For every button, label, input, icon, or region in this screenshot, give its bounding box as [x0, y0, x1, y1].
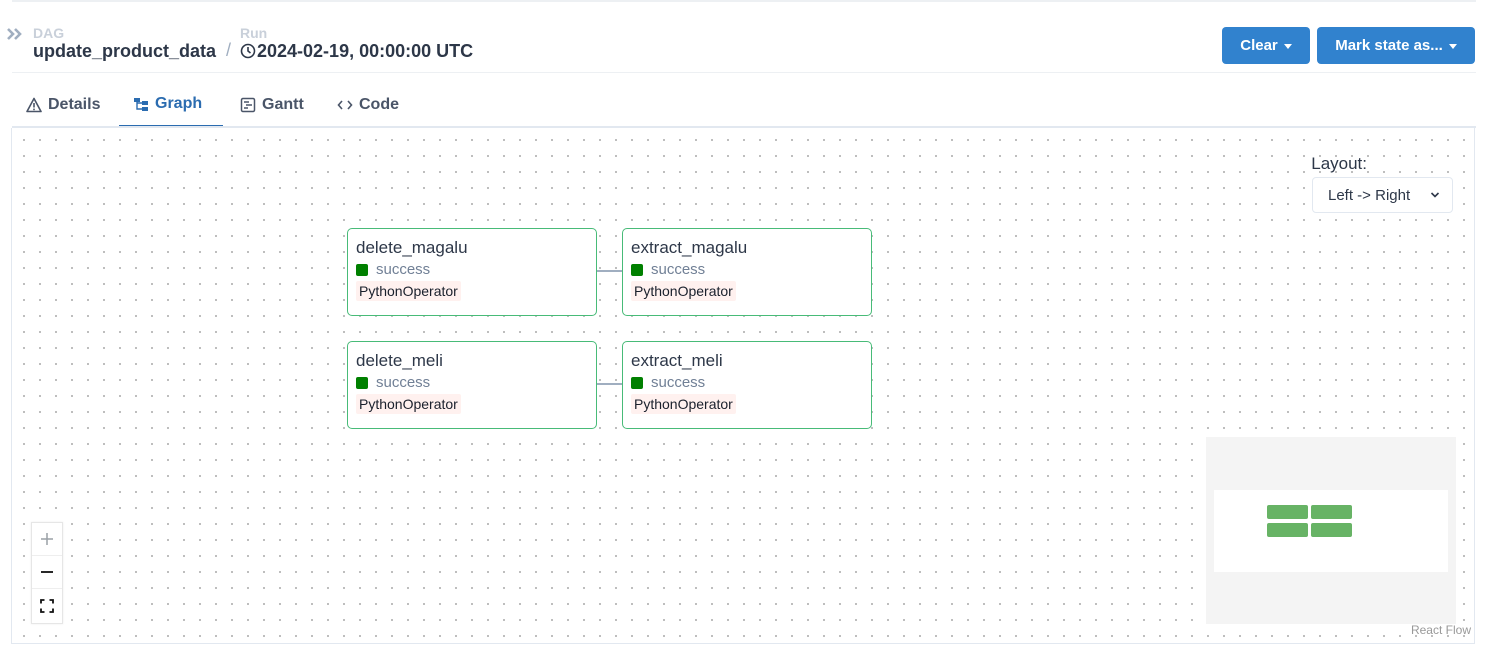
- fit-view-icon: [40, 598, 54, 613]
- task-node-extract-meli[interactable]: extract_meli success PythonOperator: [622, 341, 872, 429]
- run-id: 2024-02-19, 00:00:00 UTC: [257, 41, 474, 61]
- task-state: success: [651, 261, 706, 278]
- state-indicator: [356, 263, 368, 276]
- task-node-delete-meli[interactable]: delete_meli success PythonOperator: [347, 341, 597, 429]
- task-name: extract_meli: [631, 351, 723, 370]
- caret-down-icon: [1283, 44, 1292, 49]
- tab-code-label: Code: [359, 96, 399, 113]
- breadcrumb-separator: /: [226, 40, 232, 60]
- tab-gantt-label: Gantt: [262, 96, 304, 113]
- state-indicator: [631, 263, 643, 276]
- task-node-delete-magalu[interactable]: delete_magalu success PythonOperator: [347, 228, 597, 316]
- tab-graph-label: Graph: [155, 94, 203, 112]
- minimap-node: [1311, 523, 1352, 537]
- graph-icon: [134, 97, 148, 111]
- state-indicator: [631, 376, 643, 389]
- minimap-viewport: [1214, 490, 1448, 572]
- tab-details[interactable]: Details: [12, 82, 114, 128]
- tab-details-label: Details: [48, 96, 101, 113]
- mark-state-button-label: Mark state as...: [1335, 37, 1443, 54]
- task-name: extract_magalu: [631, 238, 748, 257]
- fit-view-button[interactable]: [32, 589, 62, 622]
- operator-badge: PythonOperator: [631, 394, 736, 414]
- tab-graph[interactable]: Graph: [119, 82, 223, 128]
- chevron-down-icon: [1430, 192, 1440, 198]
- edge-delete-magalu-extract-magalu: [597, 270, 623, 272]
- mark-state-button[interactable]: Mark state as...: [1317, 27, 1475, 64]
- breadcrumb-dag[interactable]: DAG update_product_data: [33, 26, 216, 61]
- zoom-in-button[interactable]: [32, 523, 62, 556]
- dag-label: DAG: [33, 25, 65, 41]
- layout-label: Layout:: [1311, 154, 1367, 173]
- layout-select-value: Left -> Right: [1328, 186, 1411, 204]
- gantt-icon: [240, 97, 256, 113]
- operator-badge: PythonOperator: [631, 281, 736, 301]
- clear-button-label: Clear: [1240, 37, 1278, 54]
- minimap-node: [1267, 523, 1308, 537]
- tab-gantt[interactable]: Gantt: [226, 82, 318, 128]
- task-state: success: [376, 261, 431, 278]
- state-indicator: [356, 376, 368, 389]
- minus-icon: [41, 571, 53, 573]
- operator-badge: PythonOperator: [356, 394, 461, 414]
- caret-down-icon: [1448, 44, 1457, 49]
- task-name: delete_magalu: [356, 238, 468, 257]
- minimap-node: [1267, 505, 1308, 519]
- zoom-out-button[interactable]: [32, 556, 62, 589]
- task-name: delete_meli: [356, 351, 443, 370]
- minimap-node: [1311, 505, 1352, 519]
- clear-button[interactable]: Clear: [1222, 27, 1310, 64]
- task-state: success: [376, 374, 431, 391]
- code-icon: [337, 100, 353, 110]
- header-divider: [12, 72, 1476, 73]
- edge-delete-meli-extract-meli: [597, 383, 623, 385]
- task-node-extract-magalu[interactable]: extract_magalu success PythonOperator: [622, 228, 872, 316]
- clock-icon: [240, 43, 256, 59]
- run-label: Run: [240, 25, 268, 41]
- page-header: DAG update_product_data / Run 2024-02-19…: [0, 0, 1492, 73]
- task-state: success: [651, 374, 706, 391]
- dag-name: update_product_data: [33, 41, 217, 61]
- warning-icon: [26, 97, 42, 113]
- operator-badge: PythonOperator: [356, 281, 461, 301]
- minimap[interactable]: [1206, 437, 1456, 624]
- graph-canvas[interactable]: delete_magalu success PythonOperator ext…: [11, 128, 1475, 644]
- tab-code[interactable]: Code: [323, 82, 413, 128]
- breadcrumb-run[interactable]: Run 2024-02-19, 00:00:00 UTC: [240, 26, 473, 61]
- react-flow-attribution[interactable]: React Flow: [1411, 623, 1471, 637]
- expand-sidebar-icon[interactable]: [6, 26, 24, 42]
- layout-select[interactable]: Left -> Right: [1312, 177, 1453, 213]
- plus-icon: [41, 533, 53, 545]
- zoom-controls: [31, 522, 63, 624]
